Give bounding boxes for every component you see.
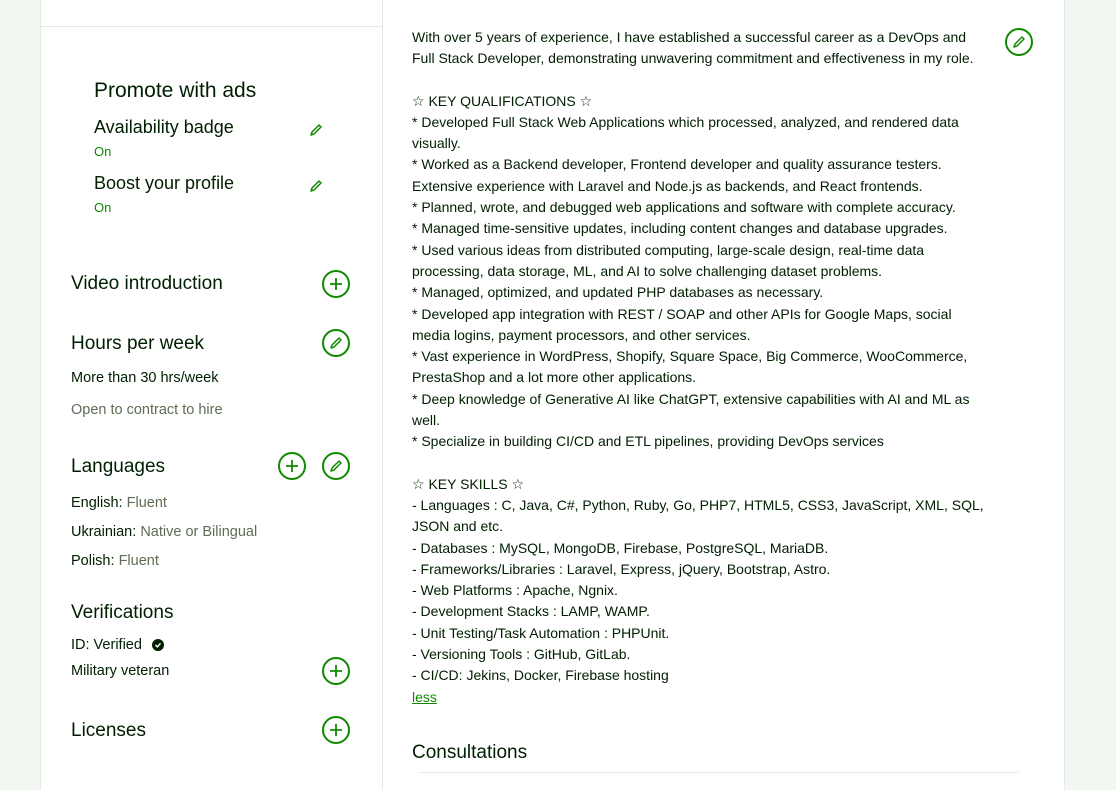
overview-line: - CI/CD: Jekins, Docker, Firebase hostin… — [412, 667, 669, 684]
contract-to-hire-text: Open to contract to hire — [71, 402, 223, 418]
edit-boost-button[interactable] — [308, 178, 324, 194]
plus-icon — [286, 460, 298, 472]
languages-title: Languages — [71, 456, 166, 477]
profile-card: Promote with ads Availability badge On B… — [40, 0, 1065, 790]
edit-hours-button[interactable] — [322, 329, 350, 357]
language-name: Ukrainian: — [71, 524, 137, 540]
overview-line: * Developed Full Stack Web Applications … — [412, 113, 959, 130]
check-badge-icon — [151, 639, 164, 652]
edit-availability-button[interactable] — [308, 122, 324, 138]
video-intro-title: Video introduction — [71, 273, 223, 294]
hours-value: More than 30 hrs/week — [71, 370, 219, 386]
language-level: Native or Bilingual — [140, 524, 258, 540]
overview-line: - Web Platforms : Apache, Ngnix. — [412, 582, 618, 599]
boost-profile-label: Boost your profile — [94, 173, 235, 193]
overview-line: * Vast experience in WordPress, Shopify,… — [412, 348, 968, 365]
add-license-button[interactable] — [322, 716, 350, 744]
overview-line: * Deep knowledge of Generative AI like C… — [412, 390, 970, 407]
language-name: English: — [71, 495, 123, 511]
language-level: Fluent — [126, 495, 167, 511]
language-level: Fluent — [118, 553, 159, 569]
pencil-icon — [330, 460, 342, 472]
overview-line: * Worked as a Backend developer, Fronten… — [412, 156, 942, 173]
overview-line: - Development Stacks : LAMP, WAMP. — [412, 603, 650, 620]
availability-status: On — [94, 144, 112, 159]
plus-icon — [330, 665, 342, 677]
language-item: English: Fluent — [71, 495, 167, 511]
overview-line: With over 5 years of experience, I have … — [412, 29, 967, 45]
overview-line: * Managed, optimized, and updated PHP da… — [412, 284, 824, 301]
edit-overview-button[interactable] — [1005, 28, 1033, 56]
overview-line: * Used various ideas from distributed co… — [412, 241, 925, 258]
overview-line: Extensive experience with Laravel and No… — [412, 177, 923, 194]
overview-line: ☆ KEY QUALIFICATIONS ☆ — [412, 92, 593, 109]
consultations-divider — [419, 772, 1019, 773]
overview-line: - Databases : MySQL, MongoDB, Firebase, … — [412, 539, 829, 556]
overview-line: * Planned, wrote, and debugged web appli… — [412, 199, 956, 216]
overview-line: - Unit Testing/Task Automation : PHPUnit… — [412, 624, 670, 641]
overview-line: JSON and etc. — [412, 518, 504, 535]
overview-line: * Specialize in building CI/CD and ETL p… — [412, 433, 884, 450]
overview-line: media logins, payment processors, and ot… — [412, 326, 751, 343]
overview-line: * Managed time-sensitive updates, includ… — [412, 220, 948, 237]
overview-line: - Languages : C, Java, C#, Python, Ruby,… — [412, 496, 984, 513]
profile-sidebar: Promote with ads Availability badge On B… — [41, 0, 383, 790]
overview-line: visually. — [412, 135, 461, 152]
overview-line: PrestaShop and a lot more other applicat… — [412, 369, 697, 386]
id-verified-label: ID: Verified — [71, 637, 142, 653]
language-item: Ukrainian: Native or Bilingual — [71, 524, 257, 540]
plus-icon — [330, 278, 342, 290]
show-less-link[interactable]: less — [412, 689, 437, 705]
add-military-button[interactable] — [322, 657, 350, 685]
pencil-icon — [1013, 36, 1025, 48]
availability-badge-label: Availability badge — [94, 117, 234, 137]
overview-line: * Developed app integration with REST / … — [412, 305, 952, 322]
overview-line: - Versioning Tools : GitHub, GitLab. — [412, 646, 631, 663]
pencil-icon — [310, 124, 322, 136]
military-veteran-label: Military veteran — [71, 663, 170, 679]
plus-icon — [330, 724, 342, 736]
licenses-title: Licenses — [71, 720, 146, 741]
language-item: Polish: Fluent — [71, 553, 159, 569]
promote-title: Promote with ads — [94, 79, 257, 102]
language-name: Polish: — [71, 553, 115, 569]
boost-status: On — [94, 200, 112, 215]
sidebar-divider — [41, 26, 382, 27]
overview-line: - Frameworks/Libraries : Laravel, Expres… — [412, 560, 831, 577]
pencil-icon — [330, 337, 342, 349]
id-verified-row: ID: Verified — [71, 637, 164, 653]
overview-line: processing, data storage, ML, and AI to … — [412, 262, 883, 279]
consultations-title: Consultations — [412, 742, 528, 763]
pencil-icon — [310, 180, 322, 192]
add-language-button[interactable] — [278, 452, 306, 480]
overview-line: ☆ KEY SKILLS ☆ — [412, 475, 525, 492]
overview-line: Full Stack Developer, demonstrating unwa… — [412, 50, 974, 67]
profile-overview: With over 5 years of experience, I have … — [412, 27, 1012, 708]
overview-line: well. — [412, 412, 441, 429]
verifications-title: Verifications — [71, 602, 174, 623]
hours-per-week-title: Hours per week — [71, 333, 205, 354]
add-video-button[interactable] — [322, 270, 350, 298]
edit-languages-button[interactable] — [322, 452, 350, 480]
